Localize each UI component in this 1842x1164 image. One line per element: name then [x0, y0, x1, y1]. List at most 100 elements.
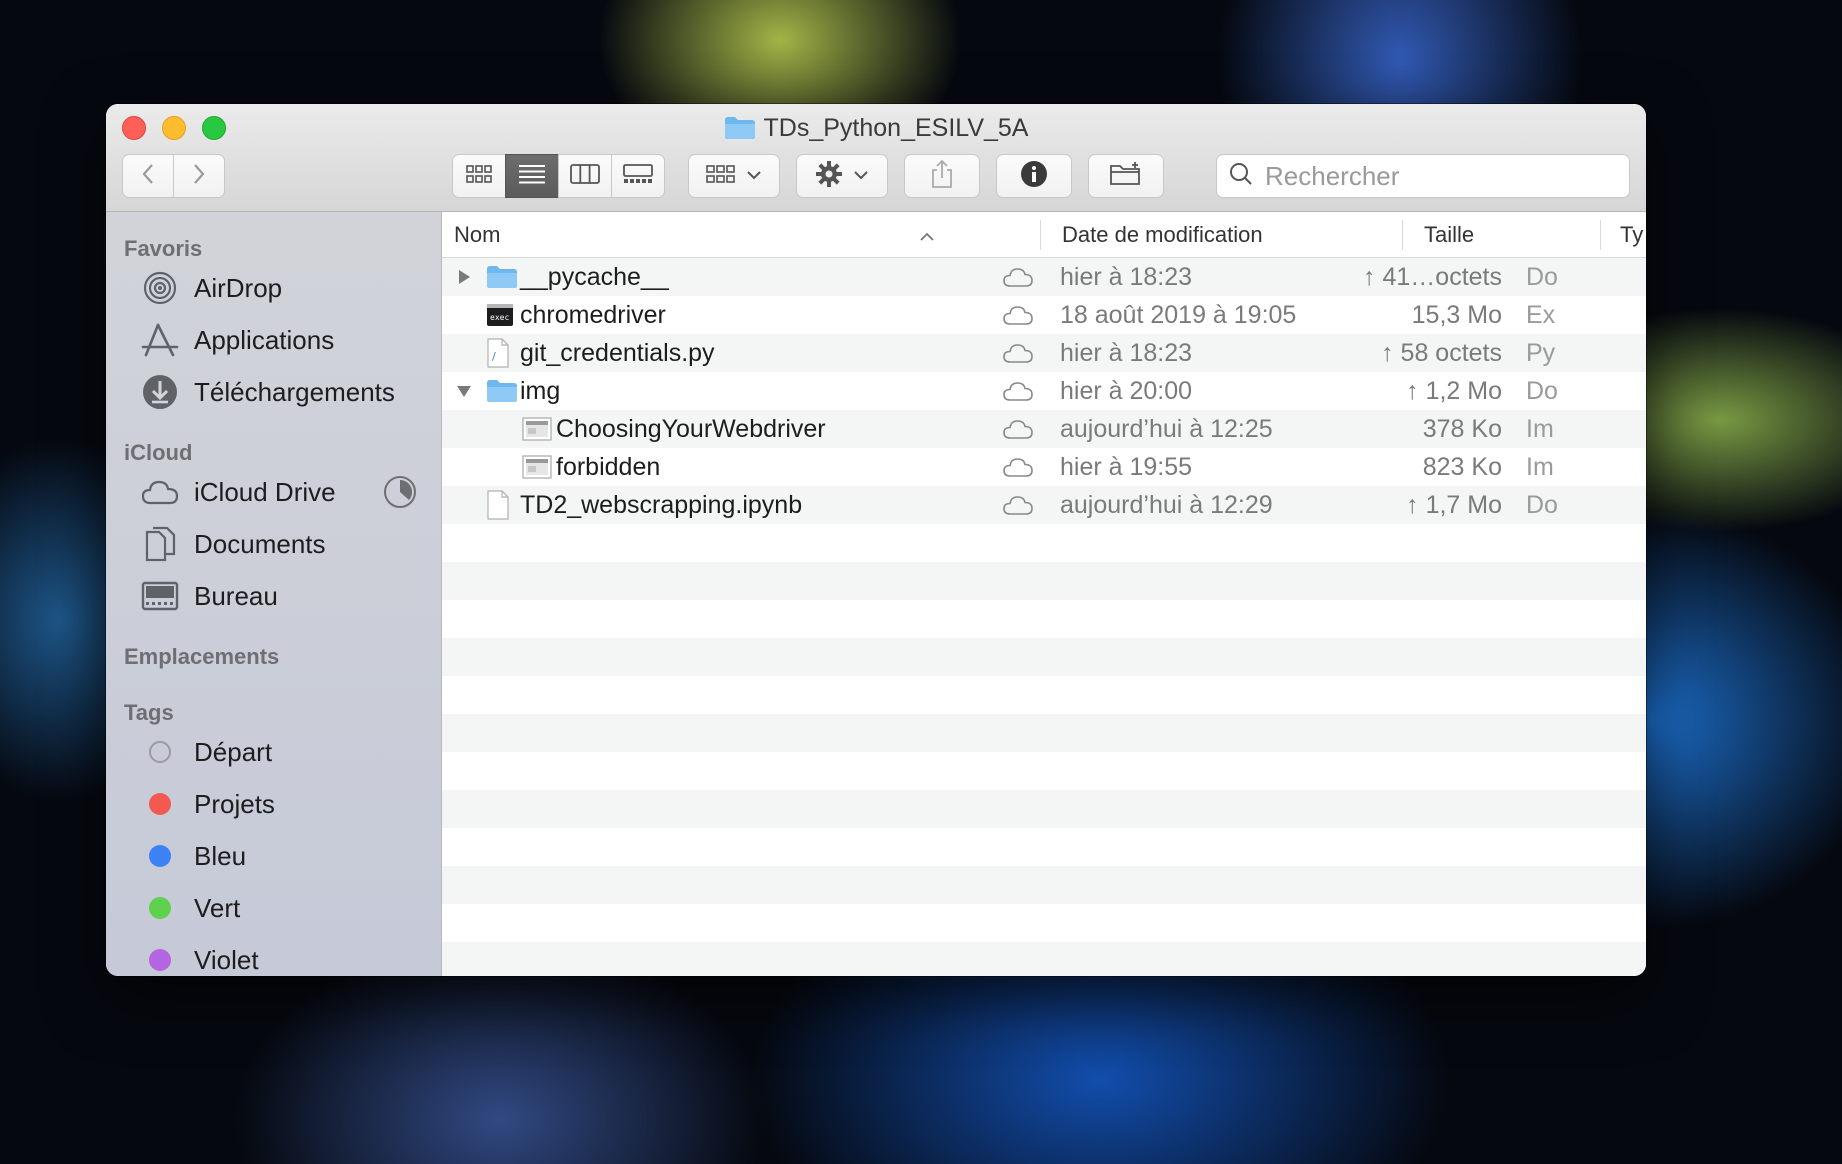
file-kind: Py: [1526, 339, 1556, 367]
tag-color-dot: [149, 845, 171, 867]
column-date-header[interactable]: Date de modification: [1062, 212, 1263, 258]
list-view-button[interactable]: [505, 154, 559, 198]
sidebar-item-bureau[interactable]: Bureau: [140, 574, 278, 618]
download-icon: [140, 372, 180, 412]
file-name: __pycache__: [520, 263, 669, 291]
python-file-icon: /: [486, 334, 510, 372]
empty-row: [442, 600, 1646, 638]
file-row[interactable]: img hier à 20:00 ↑ 1,2 Mo Do: [442, 372, 1646, 410]
file-kind: Im: [1526, 415, 1554, 443]
file-date: 18 août 2019 à 19:05: [1060, 301, 1297, 329]
icloud-status-icon: [1002, 448, 1034, 486]
sidebar-item-label: Vert: [194, 892, 241, 923]
disclosure-triangle-expanded-icon[interactable]: [454, 372, 474, 410]
document-file-icon: [486, 486, 510, 524]
file-size: ↑ 41…octets: [1363, 263, 1502, 291]
sidebar-item-applications[interactable]: Applications: [140, 318, 334, 362]
sidebar-item-label: Documents: [194, 528, 326, 559]
finder-window: TDs_Python_ESILV_5A Rechercher Favoris A…: [106, 104, 1646, 976]
action-button[interactable]: [796, 154, 888, 198]
sidebar-section-emplacements[interactable]: Emplacements: [124, 644, 279, 670]
file-row[interactable]: exec chromedriver 18 août 2019 à 19:05 15,3…: [442, 296, 1646, 334]
file-date: aujourd’hui à 12:29: [1060, 491, 1273, 519]
sidebar-item-label: AirDrop: [194, 272, 283, 303]
new-folder-icon: [1109, 161, 1143, 192]
column-name-header[interactable]: Nom: [454, 212, 500, 258]
column-view-button[interactable]: [558, 154, 612, 198]
file-row[interactable]: / git_credentials.py hier à 18:23 ↑ 58 octe…: [442, 334, 1646, 372]
empty-row: [442, 866, 1646, 904]
sidebar-tag-violet[interactable]: Violet: [140, 938, 259, 976]
file-size: ↑ 1,2 Mo: [1406, 377, 1502, 405]
sort-ascending-icon: [920, 212, 934, 258]
sidebar-item-icloud-drive[interactable]: iCloud Drive: [140, 470, 336, 514]
tag-dot-icon: [140, 940, 180, 976]
file-name: forbidden: [556, 453, 661, 481]
column-size-header[interactable]: Taille: [1424, 212, 1474, 258]
file-name: ChoosingYourWebdriver: [556, 415, 826, 443]
disclosure-triangle-collapsed-icon[interactable]: [454, 258, 474, 296]
empty-row: [442, 752, 1646, 790]
sidebar-tag-depart[interactable]: Départ: [140, 730, 272, 774]
file-kind: Do: [1526, 377, 1558, 405]
sidebar-item-label: Bleu: [194, 840, 247, 871]
chevron-down-icon: [746, 167, 762, 185]
forward-button[interactable]: [173, 154, 225, 198]
icloud-status-icon: [1002, 410, 1034, 448]
share-icon: [930, 159, 954, 194]
window-title: TDs_Python_ESILV_5A: [106, 112, 1646, 148]
tag-dot-icon: [140, 888, 180, 928]
empty-row: [442, 714, 1646, 752]
folder-icon: [724, 116, 756, 148]
sidebar-item-label: Départ: [194, 736, 273, 767]
gallery-view-button[interactable]: [611, 154, 665, 198]
icon-view-button[interactable]: [452, 154, 506, 198]
desktop-icon: [140, 576, 180, 616]
folder-file-icon: [486, 372, 518, 410]
file-size: 15,3 Mo: [1411, 301, 1502, 329]
sidebar-tag-vert[interactable]: Vert: [140, 886, 240, 930]
search-field[interactable]: [1216, 154, 1630, 198]
sidebar-section-icloud: iCloud: [124, 440, 193, 465]
column-separator[interactable]: [1402, 220, 1403, 250]
info-button[interactable]: [996, 154, 1072, 198]
column-kind-header[interactable]: Ty: [1620, 212, 1643, 258]
file-date: hier à 18:23: [1060, 339, 1193, 367]
new-folder-button[interactable]: [1088, 154, 1164, 198]
exec-file-icon: exec: [486, 296, 514, 334]
sidebar-item-documents[interactable]: Documents: [140, 522, 326, 566]
file-row[interactable]: ChoosingYourWebdriver aujourd’hui à 12:25…: [442, 410, 1646, 448]
sidebar-section-tags: Tags: [124, 700, 174, 725]
sync-progress-icon: [382, 474, 418, 515]
sidebar-item-telechargements[interactable]: Téléchargements: [140, 370, 395, 414]
tag-color-dot: [149, 741, 171, 763]
empty-row: [442, 904, 1646, 942]
image-file-icon: [522, 448, 552, 486]
group-by-button[interactable]: [688, 154, 780, 198]
gear-icon: [815, 160, 843, 193]
gallery-icon: [623, 163, 653, 189]
sidebar-tag-bleu[interactable]: Bleu: [140, 834, 246, 878]
file-row[interactable]: TD2_webscrapping.ipynb aujourd’hui à 12:2…: [442, 486, 1646, 524]
share-button[interactable]: [904, 154, 980, 198]
sidebar-tag-projets[interactable]: Projets: [140, 782, 275, 826]
file-date: hier à 19:55: [1060, 453, 1193, 481]
column-separator[interactable]: [1600, 220, 1601, 250]
icloud-status-icon: [1002, 372, 1034, 410]
file-kind: Do: [1526, 263, 1558, 291]
sidebar-item-airdrop[interactable]: AirDrop: [140, 266, 282, 310]
file-name: TD2_webscrapping.ipynb: [520, 491, 803, 519]
file-list: Nom Date de modification Taille Ty __pyc…: [442, 212, 1646, 976]
file-row[interactable]: __pycache__ hier à 18:23 ↑ 41…octets Do: [442, 258, 1646, 296]
icloud-status-icon: [1002, 258, 1034, 296]
back-button[interactable]: [122, 154, 174, 198]
cloud-icon: [140, 472, 180, 512]
empty-row: [442, 828, 1646, 866]
file-row[interactable]: forbidden hier à 19:55 823 Ko Im: [442, 448, 1646, 486]
info-icon: [1020, 160, 1048, 193]
column-separator[interactable]: [1040, 220, 1041, 250]
sidebar: Favoris AirDrop Applications Téléchargem…: [106, 212, 442, 976]
empty-row: [442, 638, 1646, 676]
search-input[interactable]: [1263, 159, 1607, 193]
file-size: ↑ 1,7 Mo: [1406, 491, 1502, 519]
